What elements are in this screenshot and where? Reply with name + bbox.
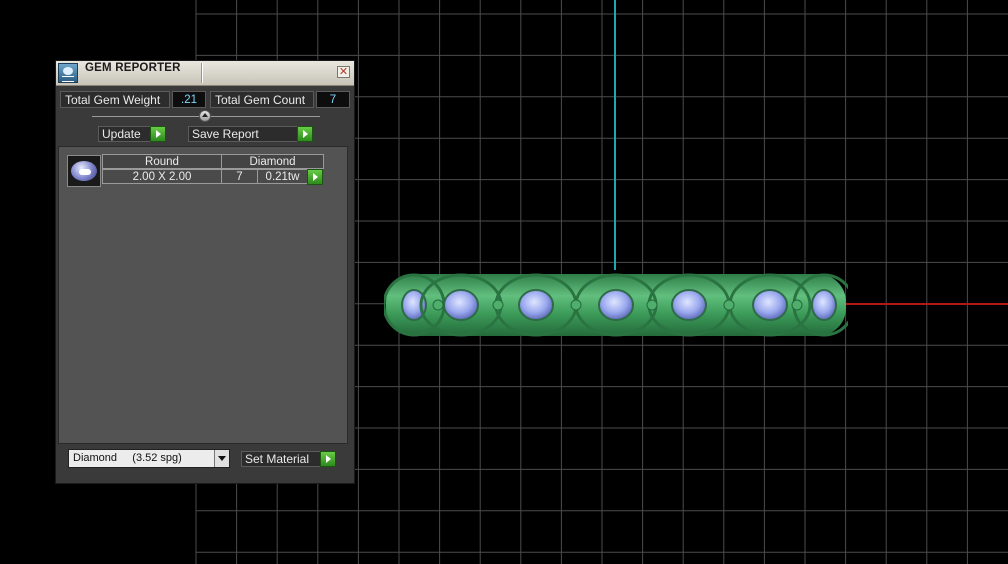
play-arrow-icon[interactable] bbox=[150, 126, 166, 142]
gem-stone bbox=[518, 289, 554, 321]
gem-count: 7 bbox=[221, 169, 258, 184]
gem-thumbnail bbox=[67, 155, 101, 187]
update-button[interactable]: Update bbox=[98, 126, 166, 142]
set-material-button-label: Set Material bbox=[245, 452, 310, 466]
material-dropdown[interactable]: Diamond (3.52 spg) bbox=[68, 449, 230, 468]
panel-title: GEM REPORTER bbox=[85, 62, 181, 74]
material-dropdown-value: Diamond (3.52 spg) bbox=[73, 452, 182, 464]
ring-bead bbox=[432, 299, 444, 311]
titlebar-separator bbox=[201, 63, 203, 83]
ring-bead bbox=[492, 299, 504, 311]
update-button-label: Update bbox=[102, 127, 141, 141]
gem-row-detail-button[interactable] bbox=[307, 169, 323, 185]
collapse-icon[interactable] bbox=[199, 110, 211, 122]
gem-stone bbox=[671, 289, 707, 321]
total-gem-count-value: 7 bbox=[316, 91, 350, 108]
gem-reporter-panel: GEM REPORTER ✕ Total Gem Weight .21 Tota… bbox=[55, 60, 355, 484]
gem-material: Diamond bbox=[221, 154, 324, 169]
ring-model[interactable] bbox=[384, 266, 848, 344]
ring-bead bbox=[723, 299, 735, 311]
save-report-button-label: Save Report bbox=[192, 127, 259, 141]
total-gem-weight-value: .21 bbox=[172, 91, 206, 108]
total-gem-count-label: Total Gem Count bbox=[210, 91, 314, 108]
play-arrow-icon[interactable] bbox=[307, 169, 323, 185]
dropdown-arrow-icon[interactable] bbox=[214, 450, 229, 467]
gem-size: 2.00 X 2.00 bbox=[102, 169, 222, 184]
set-material-button[interactable]: Set Material bbox=[241, 451, 336, 467]
gem-stone bbox=[811, 289, 837, 321]
save-report-button[interactable]: Save Report bbox=[188, 126, 313, 142]
gem-reporter-app-icon bbox=[58, 63, 78, 83]
ring-bead bbox=[791, 299, 803, 311]
gem-stone bbox=[752, 289, 788, 321]
close-icon[interactable]: ✕ bbox=[337, 66, 350, 78]
play-arrow-icon[interactable] bbox=[297, 126, 313, 142]
gem-list: Round Diamond 2.00 X 2.00 7 0.21tw bbox=[58, 146, 348, 444]
gem-stone bbox=[443, 289, 479, 321]
panel-titlebar[interactable]: GEM REPORTER ✕ bbox=[56, 61, 354, 86]
play-arrow-icon[interactable] bbox=[320, 451, 336, 467]
ring-bead bbox=[570, 299, 582, 311]
ring-bead bbox=[646, 299, 658, 311]
gem-shape: Round bbox=[102, 154, 222, 169]
total-gem-weight-label: Total Gem Weight bbox=[60, 91, 170, 108]
gem-weight: 0.21tw bbox=[257, 169, 308, 184]
gem-stone bbox=[598, 289, 634, 321]
